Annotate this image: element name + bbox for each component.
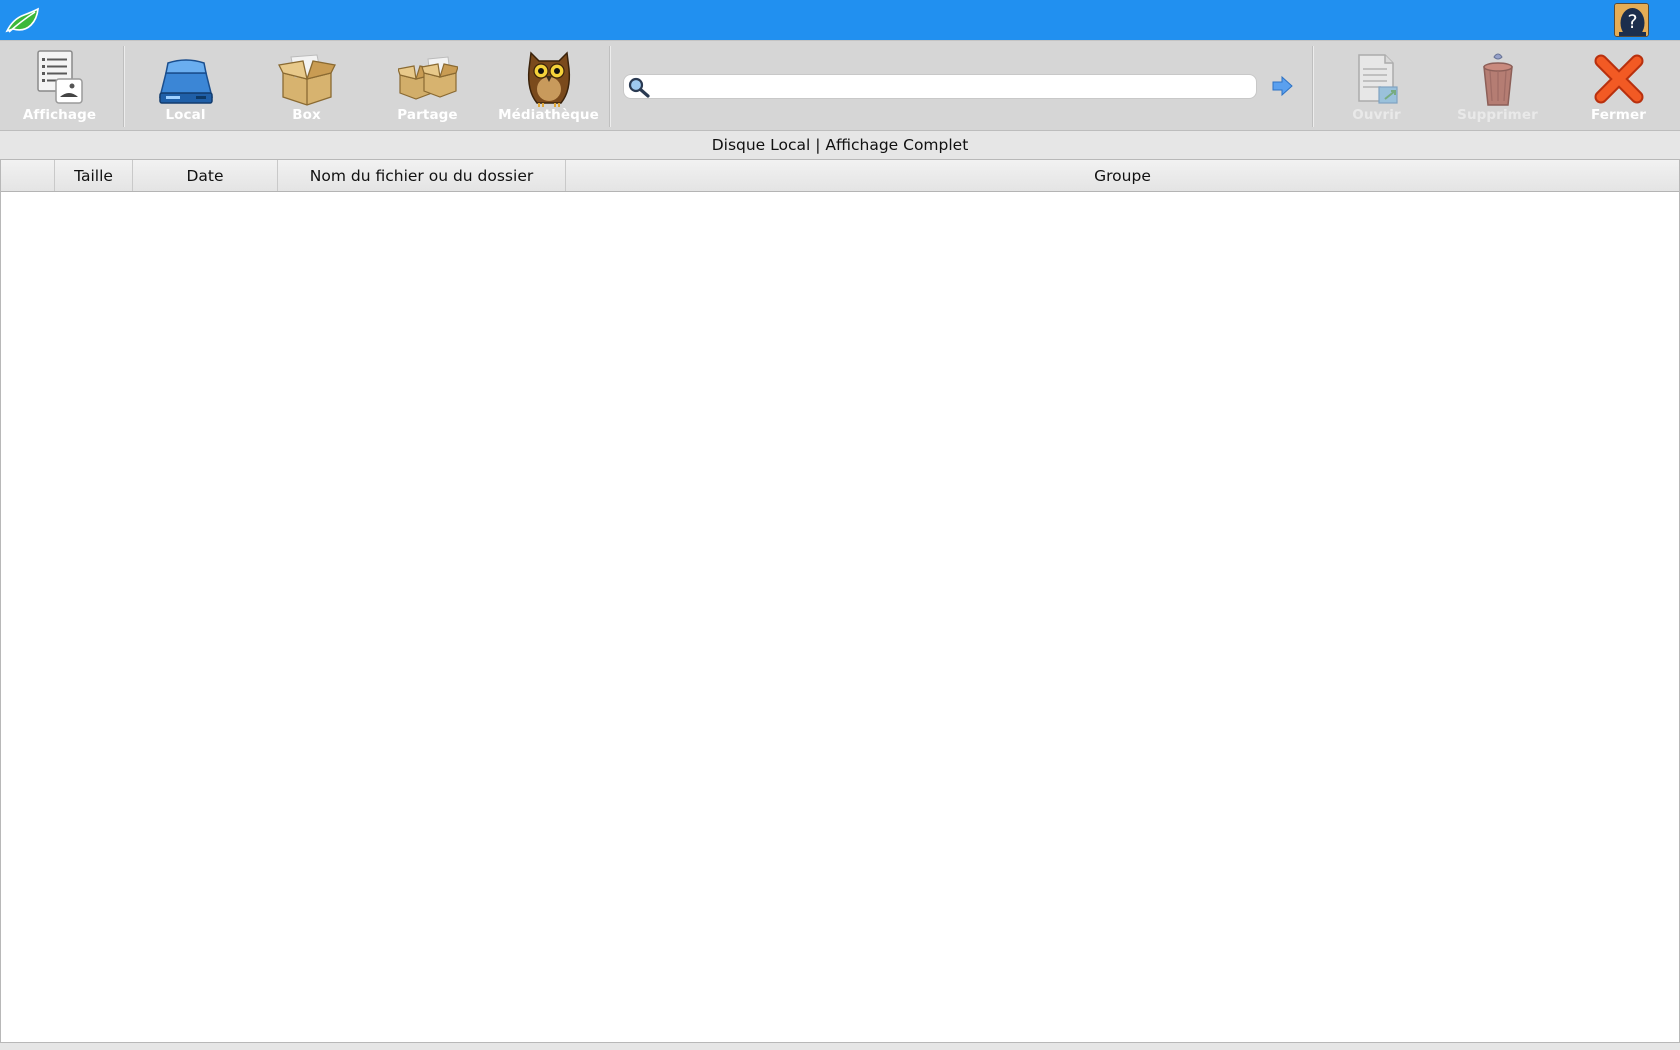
delete-label: Supprimer	[1457, 107, 1538, 123]
box-label: Box	[292, 107, 321, 123]
view-label: Affichage	[22, 107, 97, 123]
search-box	[623, 74, 1257, 99]
local-label: Local	[165, 107, 206, 123]
table-header: Taille Date Nom du fichier ou du dossier…	[1, 160, 1679, 192]
trash-icon	[1468, 49, 1528, 109]
column-header-size[interactable]: Taille	[55, 160, 133, 191]
toolbar: Affichage Local Box Partage Médiathèque …	[0, 40, 1680, 131]
box-button[interactable]: Box	[249, 41, 364, 131]
box-icon	[277, 49, 337, 109]
toolbar-separator	[609, 46, 611, 127]
shared-boxes-icon	[396, 49, 459, 109]
media-library-label: Médiathèque	[498, 107, 599, 123]
table-body[interactable]	[1, 192, 1679, 1042]
title-bar: ?	[0, 0, 1680, 40]
search-input[interactable]	[652, 77, 1252, 97]
close-button[interactable]: Fermer	[1561, 41, 1676, 131]
delete-button[interactable]: Supprimer	[1440, 41, 1555, 131]
hard-drive-icon	[156, 49, 216, 109]
local-button[interactable]: Local	[128, 41, 243, 131]
location-status: Disque Local | Affichage Complet	[0, 131, 1680, 159]
toolbar-separator	[123, 46, 125, 127]
close-x-icon	[1589, 49, 1649, 109]
share-button[interactable]: Partage	[370, 41, 485, 131]
close-label: Fermer	[1591, 107, 1646, 123]
column-header-date[interactable]: Date	[133, 160, 278, 191]
open-button[interactable]: Ouvrir	[1319, 41, 1434, 131]
open-document-icon	[1347, 49, 1407, 109]
file-table: Taille Date Nom du fichier ou du dossier…	[0, 159, 1680, 1043]
help-question-icon[interactable]: ?	[1614, 3, 1649, 37]
toolbar-separator	[1312, 46, 1314, 127]
bottom-edge	[0, 1043, 1680, 1050]
arrow-right-icon[interactable]	[1270, 73, 1296, 99]
open-label: Ouvrir	[1352, 107, 1401, 123]
column-header-group[interactable]: Groupe	[566, 160, 1679, 191]
svg-text:?: ?	[1627, 11, 1637, 33]
magnifier-icon	[627, 76, 651, 98]
media-library-button[interactable]: Médiathèque	[491, 41, 606, 131]
column-header-select[interactable]	[1, 160, 55, 191]
column-header-name[interactable]: Nom du fichier ou du dossier	[278, 160, 566, 191]
owl-icon	[519, 49, 579, 109]
list-view-icon	[30, 49, 90, 109]
leaf-icon[interactable]	[4, 5, 40, 35]
view-button[interactable]: Affichage	[2, 41, 117, 131]
share-label: Partage	[397, 107, 458, 123]
